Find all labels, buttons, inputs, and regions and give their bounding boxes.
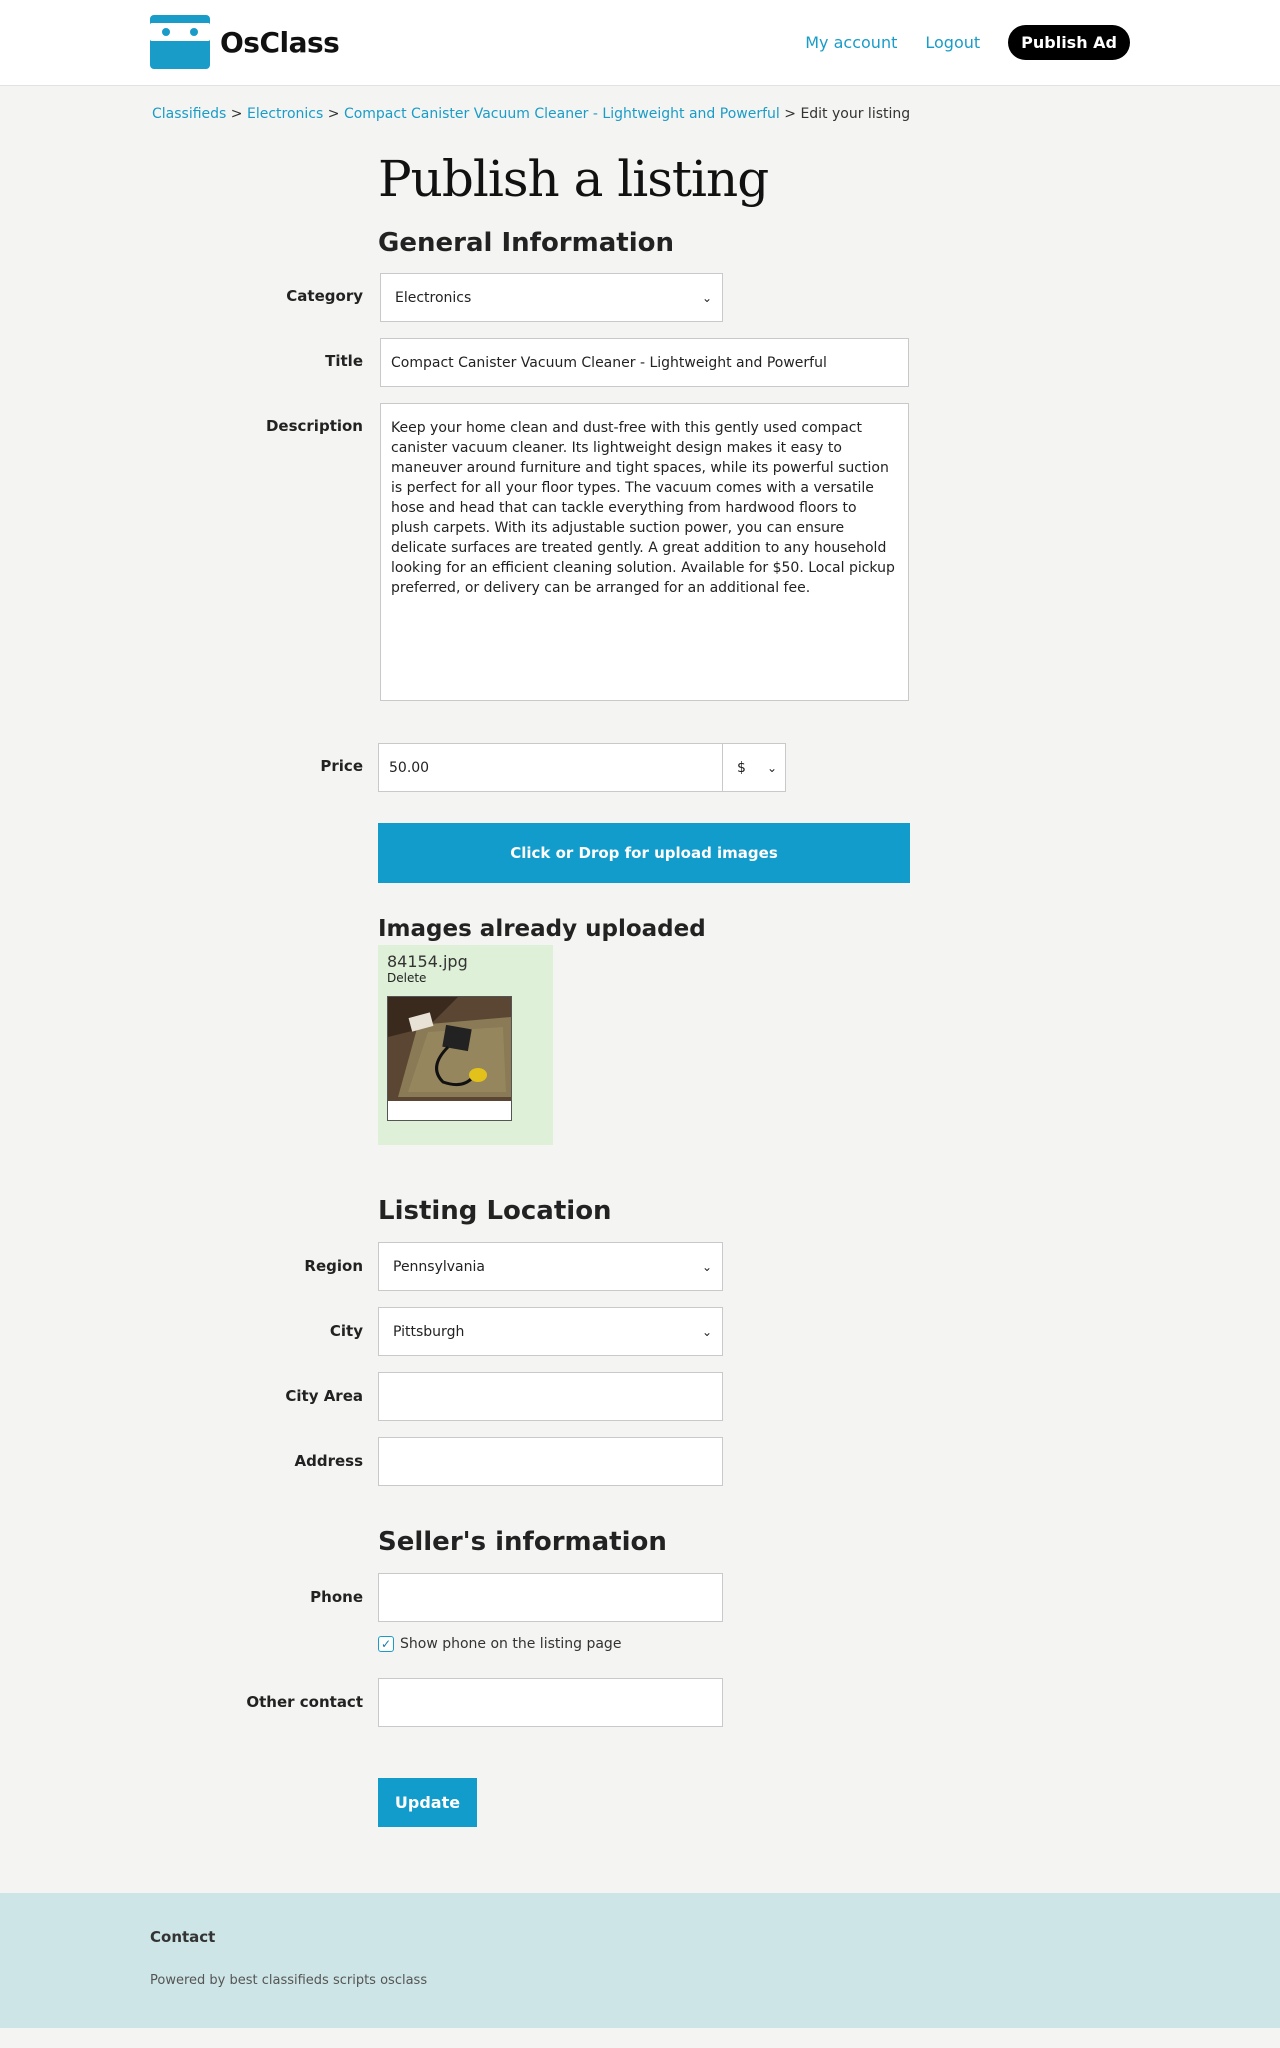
city-area-label: City Area — [285, 1387, 363, 1405]
currency-value: $ — [737, 759, 746, 776]
phone-input[interactable] — [378, 1573, 723, 1622]
show-phone-row: ✓ Show phone on the listing page — [378, 1636, 621, 1652]
title-input[interactable]: Compact Canister Vacuum Cleaner - Lightw… — [380, 338, 909, 387]
uploaded-image-card: 84154.jpg Delete — [378, 945, 553, 1145]
category-value: Electronics — [395, 289, 472, 306]
address-input[interactable] — [378, 1437, 723, 1486]
title-label: Title — [325, 352, 363, 370]
upload-images-button[interactable]: Click or Drop for upload images — [378, 823, 910, 883]
publish-ad-button[interactable]: Publish Ad — [1008, 25, 1130, 60]
city-value: Pittsburgh — [393, 1323, 465, 1340]
breadcrumb-current: Edit your listing — [800, 106, 911, 122]
chevron-down-icon: ⌄ — [701, 1259, 712, 1274]
breadcrumb-classifieds[interactable]: Classifieds — [152, 106, 226, 122]
top-nav: My account Logout Publish Ad — [805, 25, 1130, 60]
seller-info-heading: Seller's information — [378, 1527, 667, 1557]
logout-link[interactable]: Logout — [925, 33, 980, 52]
region-label: Region — [304, 1257, 363, 1275]
description-textarea[interactable]: Keep your home clean and dust-free with … — [380, 403, 909, 701]
title-value: Compact Canister Vacuum Cleaner - Lightw… — [391, 354, 827, 371]
price-input[interactable]: 50.00 — [378, 743, 723, 792]
update-button[interactable]: Update — [378, 1778, 477, 1827]
other-contact-input[interactable] — [378, 1678, 723, 1727]
delete-image-link[interactable]: Delete — [387, 971, 426, 985]
city-area-input[interactable] — [378, 1372, 723, 1421]
description-label: Description — [265, 417, 363, 435]
price-value: 50.00 — [389, 759, 430, 776]
city-select[interactable]: Pittsburgh ⌄ — [378, 1307, 723, 1356]
region-select[interactable]: Pennsylvania ⌄ — [378, 1242, 723, 1291]
description-value: Keep your home clean and dust-free with … — [391, 420, 895, 596]
breadcrumb: Classifieds > Electronics > Compact Cani… — [152, 106, 910, 122]
page-title: Publish a listing — [378, 150, 769, 208]
address-label: Address — [294, 1452, 363, 1470]
footer-contact-link[interactable]: Contact — [150, 1928, 215, 1946]
site-footer: Contact Powered by best classifieds scri… — [0, 1893, 1280, 2028]
brand-logo[interactable]: OsClass — [150, 15, 340, 69]
show-phone-label: Show phone on the listing page — [400, 1636, 622, 1652]
breadcrumb-electronics[interactable]: Electronics — [247, 106, 323, 122]
chevron-down-icon: ⌄ — [766, 760, 777, 775]
general-info-heading: General Information — [378, 228, 674, 258]
region-value: Pennsylvania — [393, 1258, 485, 1275]
uploaded-file-name: 84154.jpg — [387, 952, 468, 971]
currency-select[interactable]: $ ⌄ — [722, 743, 786, 792]
breadcrumb-separator: > — [327, 106, 340, 122]
chevron-down-icon: ⌄ — [701, 290, 712, 305]
footer-powered-text: Powered by best classifieds scripts oscl… — [150, 1973, 428, 1988]
other-contact-label: Other contact — [246, 1693, 363, 1711]
listing-location-heading: Listing Location — [378, 1196, 612, 1226]
category-select[interactable]: Electronics ⌄ — [380, 273, 723, 322]
logo-icon — [150, 15, 210, 69]
category-label: Category — [286, 287, 363, 305]
uploaded-image-thumbnail — [387, 996, 512, 1121]
breadcrumb-separator: > — [230, 106, 243, 122]
my-account-link[interactable]: My account — [805, 33, 897, 52]
brand-name: OsClass — [220, 25, 340, 59]
price-label: Price — [320, 757, 363, 775]
breadcrumb-separator: > — [784, 106, 796, 122]
chevron-down-icon: ⌄ — [701, 1324, 712, 1339]
city-label: City — [329, 1322, 363, 1340]
uploaded-images-heading: Images already uploaded — [378, 916, 706, 942]
phone-label: Phone — [310, 1588, 363, 1606]
show-phone-checkbox[interactable]: ✓ — [378, 1636, 394, 1652]
vacuum-photo-image — [388, 997, 511, 1120]
breadcrumb-listing[interactable]: Compact Canister Vacuum Cleaner - Lightw… — [344, 106, 780, 122]
site-header: OsClass My account Logout Publish Ad — [0, 0, 1280, 86]
